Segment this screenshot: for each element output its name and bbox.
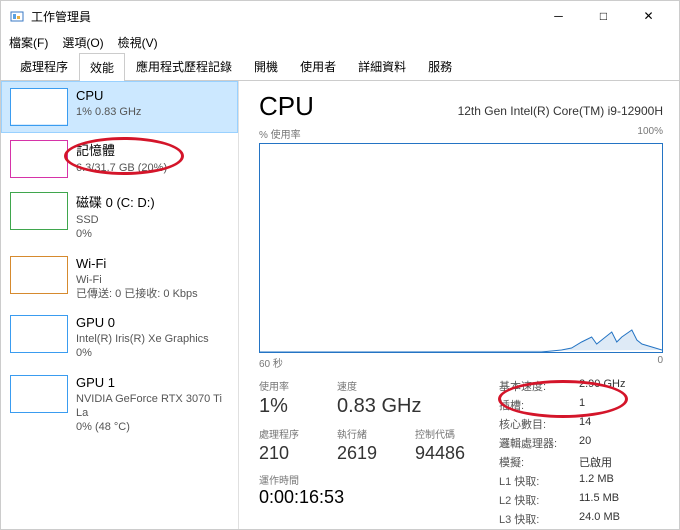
gpu0-sub1: Intel(R) Iris(R) Xe Graphics (76, 332, 229, 346)
memory-thumb (10, 140, 68, 178)
gpu0-thumb (10, 315, 68, 353)
window-controls: ─ □ ✕ (536, 1, 671, 31)
wifi-sub1: Wi-Fi (76, 273, 229, 287)
tab-app-history[interactable]: 應用程式歷程記錄 (125, 52, 243, 80)
processes-value: 210 (259, 443, 319, 464)
gpu0-sub2: 0% (76, 346, 229, 360)
sidebar-item-gpu0[interactable]: GPU 0 Intel(R) Iris(R) Xe Graphics 0% (1, 308, 238, 368)
cpu-title: CPU (76, 88, 229, 103)
gpu0-title: GPU 0 (76, 315, 229, 330)
tab-startup[interactable]: 開機 (243, 52, 289, 80)
tabbar: 處理程序 效能 應用程式歷程記錄 開機 使用者 詳細資料 服務 (1, 53, 679, 81)
tab-processes[interactable]: 處理程序 (9, 52, 79, 80)
base-speed-label: 基本速度: (499, 378, 579, 394)
usage-value: 1% (259, 395, 319, 418)
threads-value: 2619 (337, 443, 397, 464)
cpu-thumb (10, 88, 68, 126)
virt-value: 已啟用 (579, 454, 612, 470)
menu-view[interactable]: 檢視(V) (118, 34, 158, 51)
virt-label: 模擬: (499, 454, 579, 470)
minimize-button[interactable]: ─ (536, 1, 581, 31)
logical-value: 20 (579, 435, 591, 451)
sidebar-item-disk[interactable]: 磁碟 0 (C: D:) SSD 0% (1, 185, 238, 249)
sidebar-item-cpu[interactable]: CPU 1% 0.83 GHz (1, 81, 238, 133)
processes-label: 處理程序 (259, 426, 319, 441)
main-panel: CPU 12th Gen Intel(R) Core(TM) i9-12900H… (239, 81, 679, 529)
l2-label: L2 快取: (499, 492, 579, 508)
tab-users[interactable]: 使用者 (289, 52, 347, 80)
graph-label-right: 100% (637, 126, 663, 141)
handles-label: 控制代碼 (415, 426, 475, 441)
graph-bottom-right: 0 (657, 355, 663, 370)
close-button[interactable]: ✕ (626, 1, 671, 31)
content-area: CPU 1% 0.83 GHz 記憶體 6.3/31.7 GB (20%) 磁碟… (1, 81, 679, 529)
tab-performance[interactable]: 效能 (79, 53, 125, 81)
threads-label: 執行緒 (337, 426, 397, 441)
cpu-name: 12th Gen Intel(R) Core(TM) i9-12900H (458, 104, 663, 118)
memory-sub: 6.3/31.7 GB (20%) (76, 161, 229, 175)
l2-value: 11.5 MB (579, 492, 619, 508)
l1-value: 1.2 MB (579, 473, 614, 489)
wifi-thumb (10, 256, 68, 294)
menu-options[interactable]: 選項(O) (62, 34, 103, 51)
window-title: 工作管理員 (31, 8, 536, 25)
cores-label: 核心數目: (499, 416, 579, 432)
speed-label: 速度 (337, 378, 421, 393)
gpu1-sub2: 0% (48 °C) (76, 420, 229, 434)
disk-sub1: SSD (76, 213, 229, 227)
logical-label: 邏輯處理器: (499, 435, 579, 451)
l3-value: 24.0 MB (579, 511, 620, 527)
graph-bottom-left: 60 秒 (259, 355, 283, 370)
wifi-sub2: 已傳送: 0 已接收: 0 Kbps (76, 287, 229, 301)
menubar: 檔案(F) 選項(O) 檢視(V) (1, 31, 679, 53)
memory-title: 記憶體 (76, 140, 229, 159)
sockets-label: 插槽: (499, 397, 579, 413)
gpu1-title: GPU 1 (76, 375, 229, 390)
graph-label-left: % 使用率 (259, 126, 301, 141)
disk-sub2: 0% (76, 227, 229, 241)
sockets-value: 1 (579, 397, 585, 413)
handles-value: 94486 (415, 443, 475, 464)
l3-label: L3 快取: (499, 511, 579, 527)
wifi-title: Wi-Fi (76, 256, 229, 271)
uptime-value: 0:00:16:53 (259, 487, 475, 508)
sidebar-item-memory[interactable]: 記憶體 6.3/31.7 GB (20%) (1, 133, 238, 185)
specs-panel: 基本速度:2.90 GHz 插槽:1 核心數目:14 邏輯處理器:20 模擬:已… (499, 378, 663, 529)
tab-services[interactable]: 服務 (417, 52, 463, 80)
cpu-sub: 1% 0.83 GHz (76, 105, 229, 119)
maximize-button[interactable]: □ (581, 1, 626, 31)
disk-title: 磁碟 0 (C: D:) (76, 192, 229, 211)
menu-file[interactable]: 檔案(F) (9, 34, 48, 51)
speed-value: 0.83 GHz (337, 395, 421, 418)
uptime-label: 運作時間 (259, 472, 475, 487)
disk-thumb (10, 192, 68, 230)
l1-label: L1 快取: (499, 473, 579, 489)
main-title: CPU (259, 91, 314, 122)
app-icon (9, 8, 25, 24)
sidebar-item-gpu1[interactable]: GPU 1 NVIDIA GeForce RTX 3070 Ti La 0% (… (1, 368, 238, 442)
sidebar-item-wifi[interactable]: Wi-Fi Wi-Fi 已傳送: 0 已接收: 0 Kbps (1, 249, 238, 309)
gpu1-sub1: NVIDIA GeForce RTX 3070 Ti La (76, 392, 229, 421)
tab-details[interactable]: 詳細資料 (347, 52, 417, 80)
gpu1-thumb (10, 375, 68, 413)
titlebar: 工作管理員 ─ □ ✕ (1, 1, 679, 31)
cpu-graph (259, 143, 663, 353)
sidebar: CPU 1% 0.83 GHz 記憶體 6.3/31.7 GB (20%) 磁碟… (1, 81, 239, 529)
cores-value: 14 (579, 416, 591, 432)
base-speed-value: 2.90 GHz (579, 378, 625, 394)
usage-label: 使用率 (259, 378, 319, 393)
